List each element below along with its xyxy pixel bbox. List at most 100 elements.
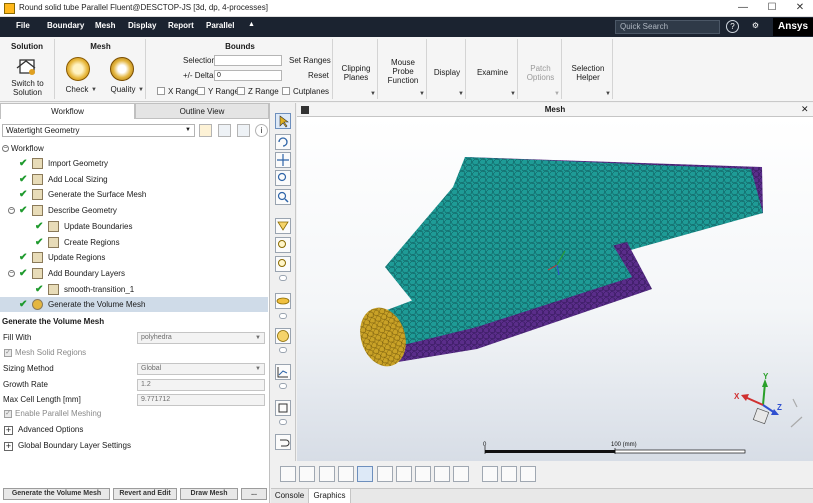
- display-button[interactable]: Display ▼: [428, 39, 466, 99]
- undo-view-icon[interactable]: [275, 434, 291, 450]
- rotate-icon[interactable]: [275, 134, 291, 150]
- selection-input[interactable]: [214, 55, 282, 66]
- reset-button[interactable]: Reset: [308, 71, 329, 80]
- workflow-task-item[interactable]: − ✔ Describe Geometry: [0, 203, 268, 218]
- menu-file[interactable]: File: [16, 21, 30, 30]
- zoom-in-icon[interactable]: [275, 237, 291, 253]
- toolbar-dropdown-dot[interactable]: [279, 313, 287, 319]
- zoom-box-icon[interactable]: [275, 189, 291, 205]
- more-button[interactable]: ...: [241, 488, 267, 500]
- revert-and-edit-button[interactable]: Revert and Edit: [113, 488, 177, 500]
- clip-icon[interactable]: [275, 400, 291, 416]
- info-icon[interactable]: i: [255, 124, 268, 137]
- menu-report[interactable]: Report: [168, 21, 194, 30]
- fill-with-select[interactable]: polyhedra ▼: [137, 332, 265, 344]
- ribbon-collapse-icon[interactable]: ▲: [248, 21, 255, 28]
- menu-mesh[interactable]: Mesh: [95, 21, 115, 30]
- expand-plus-icon[interactable]: +: [4, 426, 13, 435]
- max-cell-length-input[interactable]: 9.771712: [137, 394, 265, 406]
- toolbar-dropdown-dot[interactable]: [279, 419, 287, 425]
- fit-to-window-icon[interactable]: [275, 218, 291, 234]
- workflow-type-select[interactable]: Watertight Geometry ▼: [2, 124, 195, 137]
- mouse-probe-function-button[interactable]: Mouse Probe Function ▼: [379, 39, 427, 99]
- clear-selection-icon[interactable]: [501, 466, 517, 482]
- expand-selection-icon[interactable]: [520, 466, 536, 482]
- select-face-icon[interactable]: [338, 466, 354, 482]
- select-multiple-icon[interactable]: [453, 466, 469, 482]
- select-zone-icon[interactable]: [396, 466, 412, 482]
- select-body-icon[interactable]: [377, 466, 393, 482]
- workflow-task-item[interactable]: ✔ Import Geometry: [0, 156, 268, 171]
- global-bl-settings-row[interactable]: + Global Boundary Layer Settings: [0, 439, 268, 453]
- selection-helper-button[interactable]: Selection Helper ▼: [563, 39, 613, 99]
- toolbar-dropdown-dot[interactable]: [279, 383, 287, 389]
- workflow-task-item[interactable]: ✔ Add Local Sizing: [0, 172, 268, 187]
- set-ranges-button[interactable]: Set Ranges: [289, 56, 331, 65]
- workflow-task-item[interactable]: ✔ Create Regions: [0, 235, 268, 250]
- collapse-icon[interactable]: −: [8, 269, 15, 277]
- graphics-close-icon[interactable]: ✕: [801, 104, 809, 115]
- patch-options-button[interactable]: Patch Options ▼: [519, 39, 562, 99]
- menu-parallel[interactable]: Parallel: [206, 21, 234, 30]
- workflow-task-item[interactable]: ✔ smooth-transition_1: [0, 282, 268, 297]
- save-workflow-icon[interactable]: [218, 124, 231, 137]
- cutplanes-checkbox[interactable]: [282, 87, 290, 95]
- workflow-task-item[interactable]: ✔ Update Regions: [0, 250, 268, 265]
- tab-workflow[interactable]: Workflow: [0, 103, 135, 119]
- delta-input[interactable]: 0: [214, 70, 282, 81]
- contour-display-icon[interactable]: [275, 328, 291, 344]
- tab-graphics[interactable]: Graphics: [309, 489, 351, 503]
- select-cell-icon[interactable]: [415, 466, 431, 482]
- collapse-icon[interactable]: −: [8, 207, 15, 215]
- search-input[interactable]: Quick Search: [615, 20, 720, 34]
- expand-plus-icon[interactable]: +: [4, 442, 13, 451]
- pan-icon[interactable]: [275, 152, 291, 168]
- x-range-checkbox[interactable]: [157, 87, 165, 95]
- parallel-meshing-checkbox[interactable]: ✓: [4, 410, 12, 418]
- toolbar-dropdown-dot[interactable]: [279, 275, 287, 281]
- select-point-icon[interactable]: [280, 466, 296, 482]
- menu-display[interactable]: Display: [128, 21, 156, 30]
- select-node-icon[interactable]: [299, 466, 315, 482]
- workflow-task-item[interactable]: ✔ Generate the Surface Mesh: [0, 187, 268, 202]
- select-object-icon[interactable]: [357, 466, 373, 482]
- switch-to-solution-button[interactable]: Switch to Solution: [0, 53, 55, 99]
- workflow-task-item[interactable]: − ✔ Add Boundary Layers: [0, 266, 268, 281]
- generate-volume-mesh-button[interactable]: Generate the Volume Mesh: [3, 488, 110, 500]
- workflow-task-item[interactable]: ✔ Generate the Volume Mesh: [0, 297, 268, 313]
- tab-console[interactable]: Console: [271, 489, 309, 503]
- growth-rate-input[interactable]: 1.2: [137, 379, 265, 391]
- toolbar-dropdown-dot[interactable]: [279, 347, 287, 353]
- menu-boundary[interactable]: Boundary: [47, 21, 84, 30]
- y-range-checkbox[interactable]: [197, 87, 205, 95]
- graphics-viewport[interactable]: 0 100 (mm) Y X Z: [297, 117, 813, 461]
- plot-icon[interactable]: [275, 364, 291, 380]
- minimize-button[interactable]: —: [731, 1, 755, 15]
- sizing-method-select[interactable]: Global ▼: [137, 363, 265, 375]
- workflow-root[interactable]: − Workflow: [0, 141, 268, 156]
- maximize-button[interactable]: ☐: [760, 1, 784, 15]
- quality-button[interactable]: Quality ▼: [104, 53, 144, 99]
- settings-gear-icon[interactable]: ⚙: [749, 20, 762, 33]
- collapse-icon[interactable]: −: [2, 145, 9, 152]
- tab-outline-view[interactable]: Outline View: [135, 103, 269, 119]
- help-icon[interactable]: ?: [726, 20, 739, 33]
- mesh-solid-regions-checkbox[interactable]: ✓: [4, 349, 12, 357]
- mesh-display-icon[interactable]: [275, 293, 291, 309]
- clipping-planes-button[interactable]: Clipping Planes ▼: [334, 39, 378, 99]
- draw-mesh-button[interactable]: Draw Mesh: [180, 488, 238, 500]
- close-button[interactable]: ✕: [788, 1, 812, 15]
- z-range-checkbox[interactable]: [237, 87, 245, 95]
- select-position-icon[interactable]: [434, 466, 450, 482]
- select-edge-icon[interactable]: [319, 466, 335, 482]
- advanced-options-row[interactable]: + Advanced Options: [0, 423, 268, 437]
- filter-icon[interactable]: [482, 466, 498, 482]
- workflow-task-item[interactable]: ✔ Update Boundaries: [0, 219, 268, 234]
- zoom-dynamic-icon[interactable]: [275, 170, 291, 186]
- refresh-workflow-icon[interactable]: [237, 124, 250, 137]
- select-arrow-icon[interactable]: [275, 113, 291, 129]
- check-button[interactable]: Check ▼: [60, 53, 98, 99]
- examine-button[interactable]: Examine ▼: [467, 39, 518, 99]
- zoom-out-icon[interactable]: [275, 256, 291, 272]
- open-workflow-icon[interactable]: [199, 124, 212, 137]
